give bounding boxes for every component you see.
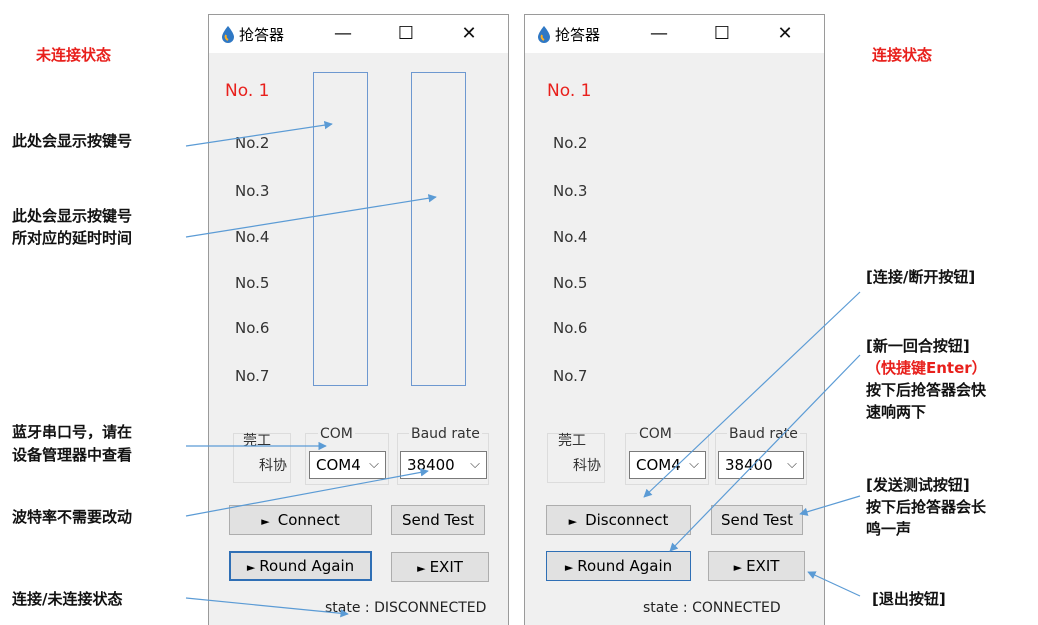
org-label-line2: 科协 (573, 458, 601, 474)
slot-label-6: No.6 (235, 319, 270, 337)
connect-button-label: Connect (277, 511, 340, 529)
connection-state: state : CONNECTED (643, 600, 781, 616)
water-drop-icon (538, 26, 550, 43)
title-bar[interactable]: 抢答器 — ☐ ✕ (525, 15, 824, 53)
play-triangle-icon: ► (261, 515, 270, 528)
send-test-button[interactable]: Send Test (391, 505, 485, 535)
com-label: COM (637, 426, 674, 442)
slot-label-7: No.7 (553, 367, 588, 385)
slot-label-4: No.4 (553, 228, 588, 246)
slot-label-5: No.5 (235, 274, 270, 292)
slot-label-1: No. 1 (225, 81, 270, 101)
round-again-label: Round Again (577, 557, 673, 575)
baud-rate-select[interactable]: 38400 ⌵ (718, 451, 804, 479)
slot-label-5: No.5 (553, 274, 588, 292)
bt-port-note-line1: 蓝牙串口号，请在 (12, 423, 133, 441)
org-label-line1: 莞工 (558, 433, 586, 449)
play-triangle-icon: ► (733, 561, 743, 574)
play-triangle-icon: ► (417, 562, 426, 575)
org-label-line1: 莞工 (243, 433, 271, 449)
chevron-down-icon: ⌵ (689, 457, 699, 472)
exit-label: EXIT (429, 558, 463, 576)
disconnected-state-heading: 未连接状态 (36, 46, 112, 64)
close-icon[interactable]: ✕ (771, 20, 799, 48)
com-port-select[interactable]: COM4 ⌵ (309, 451, 386, 479)
slot-label-3: No.3 (553, 182, 588, 200)
play-triangle-icon: ► (568, 515, 578, 528)
baud-rate-select[interactable]: 38400 ⌵ (400, 451, 487, 479)
com-port-value: COM4 (316, 456, 361, 474)
bt-port-note-line2: 设备管理器中查看 (12, 446, 133, 464)
app-window-connected: 抢答器 — ☐ ✕ No. 1 No.2 No.3 No.4 No.5 No.6… (524, 14, 825, 625)
exit-label: EXIT (746, 557, 780, 575)
exit-button[interactable]: ► EXIT (391, 552, 489, 582)
round-again-note-line1: [新一回合按钮] (866, 337, 970, 355)
key-delay-note-line1: 此处会显示按键号 (12, 207, 133, 225)
send-test-label: Send Test (720, 511, 794, 529)
app-window-disconnected: 抢答器 — ☐ ✕ No. 1 No.2 No.3 No.4 No.5 No.6… (208, 14, 509, 625)
slot-label-2: No.2 (553, 134, 588, 152)
exit-button-note: [退出按钮] (872, 590, 946, 608)
connect-button[interactable]: ► Connect (229, 505, 372, 535)
chevron-down-icon: ⌵ (369, 457, 379, 472)
play-triangle-icon: ► (564, 561, 574, 574)
send-test-label: Send Test (401, 511, 475, 529)
exit-button[interactable]: ► EXIT (708, 551, 805, 581)
maximize-icon[interactable]: ☐ (392, 20, 420, 48)
com-label: COM (318, 426, 355, 442)
send-test-button[interactable]: Send Test (711, 505, 803, 535)
com-port-select[interactable]: COM4 ⌵ (629, 451, 706, 479)
connection-state: state : DISCONNECTED (325, 600, 487, 616)
round-again-button[interactable]: ► Round Again (229, 551, 372, 581)
baud-rate-label: Baud rate (727, 426, 800, 442)
minimize-icon[interactable]: — (645, 20, 673, 48)
connect-button-note: [连接/断开按钮] (866, 268, 976, 286)
play-triangle-icon: ► (246, 561, 256, 574)
send-test-note-line3: 鸣一声 (866, 520, 912, 538)
close-icon[interactable]: ✕ (455, 20, 483, 48)
state-note: 连接/未连接状态 (12, 590, 123, 608)
connected-state-heading: 连接状态 (872, 46, 933, 64)
key-delay-display (411, 72, 466, 386)
baud-rate-note: 波特率不需要改动 (12, 508, 133, 526)
slot-label-1: No. 1 (547, 81, 592, 101)
baud-rate-value: 38400 (725, 456, 773, 474)
round-again-note-line4: 速响两下 (866, 403, 927, 421)
chevron-down-icon: ⌵ (787, 457, 797, 472)
round-again-button[interactable]: ► Round Again (546, 551, 691, 581)
key-number-display (313, 72, 368, 386)
send-test-note-line1: [发送测试按钮] (866, 476, 970, 494)
maximize-icon[interactable]: ☐ (708, 20, 736, 48)
slot-label-7: No.7 (235, 367, 270, 385)
slot-label-4: No.4 (235, 228, 270, 246)
com-port-value: COM4 (636, 456, 681, 474)
round-again-note-line3: 按下后抢答器会快 (866, 381, 987, 399)
slot-label-6: No.6 (553, 319, 588, 337)
disconnect-button[interactable]: ► Disconnect (546, 505, 691, 535)
window-title: 抢答器 (239, 26, 285, 44)
round-again-note-line2: （快捷键Enter） (866, 359, 987, 377)
window-title: 抢答器 (555, 26, 601, 44)
baud-rate-value: 38400 (407, 456, 455, 474)
minimize-icon[interactable]: — (329, 20, 357, 48)
title-bar[interactable]: 抢答器 — ☐ ✕ (209, 15, 508, 53)
key-delay-note-line2: 所对应的延时时间 (12, 229, 133, 247)
key-number-note: 此处会显示按键号 (12, 132, 133, 150)
chevron-down-icon: ⌵ (470, 457, 480, 472)
org-label-line2: 科协 (259, 458, 287, 474)
water-drop-icon (222, 26, 234, 43)
send-test-note-line2: 按下后抢答器会长 (866, 498, 987, 516)
round-again-label: Round Again (259, 557, 355, 575)
baud-rate-label: Baud rate (409, 426, 482, 442)
disconnect-button-label: Disconnect (585, 511, 669, 529)
slot-label-3: No.3 (235, 182, 270, 200)
slot-label-2: No.2 (235, 134, 270, 152)
